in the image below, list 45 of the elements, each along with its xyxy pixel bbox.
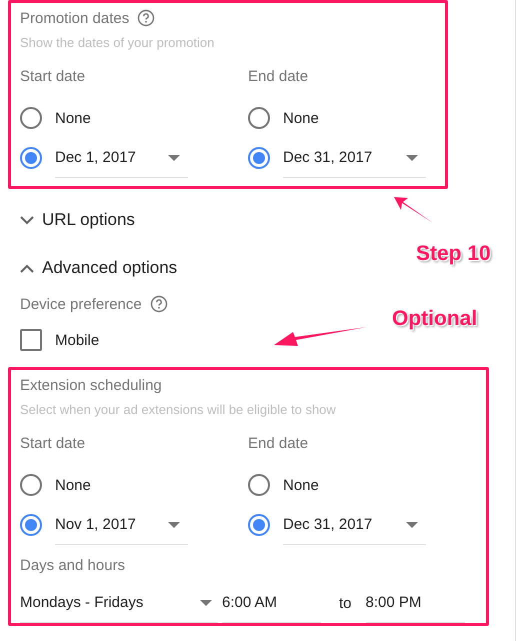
dropdown-caret-icon [168, 154, 180, 160]
field-label: Start date [20, 435, 86, 453]
field-label: Days and hours [20, 557, 126, 575]
dropdown-caret-icon [406, 522, 418, 528]
time-field[interactable]: 8:00 PM [366, 583, 465, 623]
radio-button[interactable] [248, 474, 270, 496]
dropdown-caret-icon [200, 600, 212, 606]
radio-button[interactable] [248, 147, 270, 169]
date-dropdown[interactable]: Dec 31, 2017 [283, 505, 426, 545]
checkbox-label: Mobile [55, 332, 100, 348]
radio-label: None [55, 110, 91, 126]
expander-button[interactable]: Advanced options [20, 258, 178, 278]
section-hint: Show the dates of your promotion [20, 35, 216, 50]
annotation-label: Step 10 [416, 242, 491, 266]
radio-label: None [283, 476, 319, 494]
expander-button[interactable]: URL options [20, 210, 135, 230]
field-label: End date [248, 435, 310, 453]
annotation-label: Optional [392, 307, 478, 331]
chevron-down-icon [20, 216, 34, 224]
checkbox[interactable] [20, 329, 42, 351]
section-title: Extension scheduling [20, 376, 162, 394]
radio-button[interactable] [248, 107, 270, 129]
radio-button[interactable] [20, 514, 42, 536]
date-dropdown[interactable]: Dec 1, 2017 [55, 138, 188, 178]
date-dropdown[interactable]: Nov 1, 2017 [55, 505, 188, 545]
days-dropdown[interactable]: Mondays - Fridays [20, 583, 218, 623]
dropdown-caret-icon [406, 154, 418, 160]
field-label: End date [248, 68, 310, 86]
radio-button[interactable] [248, 514, 270, 536]
field-label: Start date [20, 68, 86, 86]
time-field[interactable]: 6:00 AM [222, 583, 321, 623]
date-dropdown[interactable]: Dec 31, 2017 [283, 138, 426, 178]
radio-button[interactable] [20, 107, 42, 129]
radio-button[interactable] [20, 147, 42, 169]
help-icon[interactable] [150, 295, 168, 313]
dropdown-caret-icon [168, 522, 180, 528]
section-title: Promotion dates [20, 10, 130, 26]
help-icon[interactable] [137, 9, 156, 27]
field-label: Device preference [20, 296, 142, 312]
radio-label: None [55, 476, 91, 494]
section-hint: Select when your ad extensions will be eligible to show [20, 402, 337, 417]
chevron-up-icon [20, 264, 34, 272]
separator-text: to [339, 594, 352, 612]
radio-label: None [283, 110, 319, 126]
radio-button[interactable] [20, 474, 42, 496]
